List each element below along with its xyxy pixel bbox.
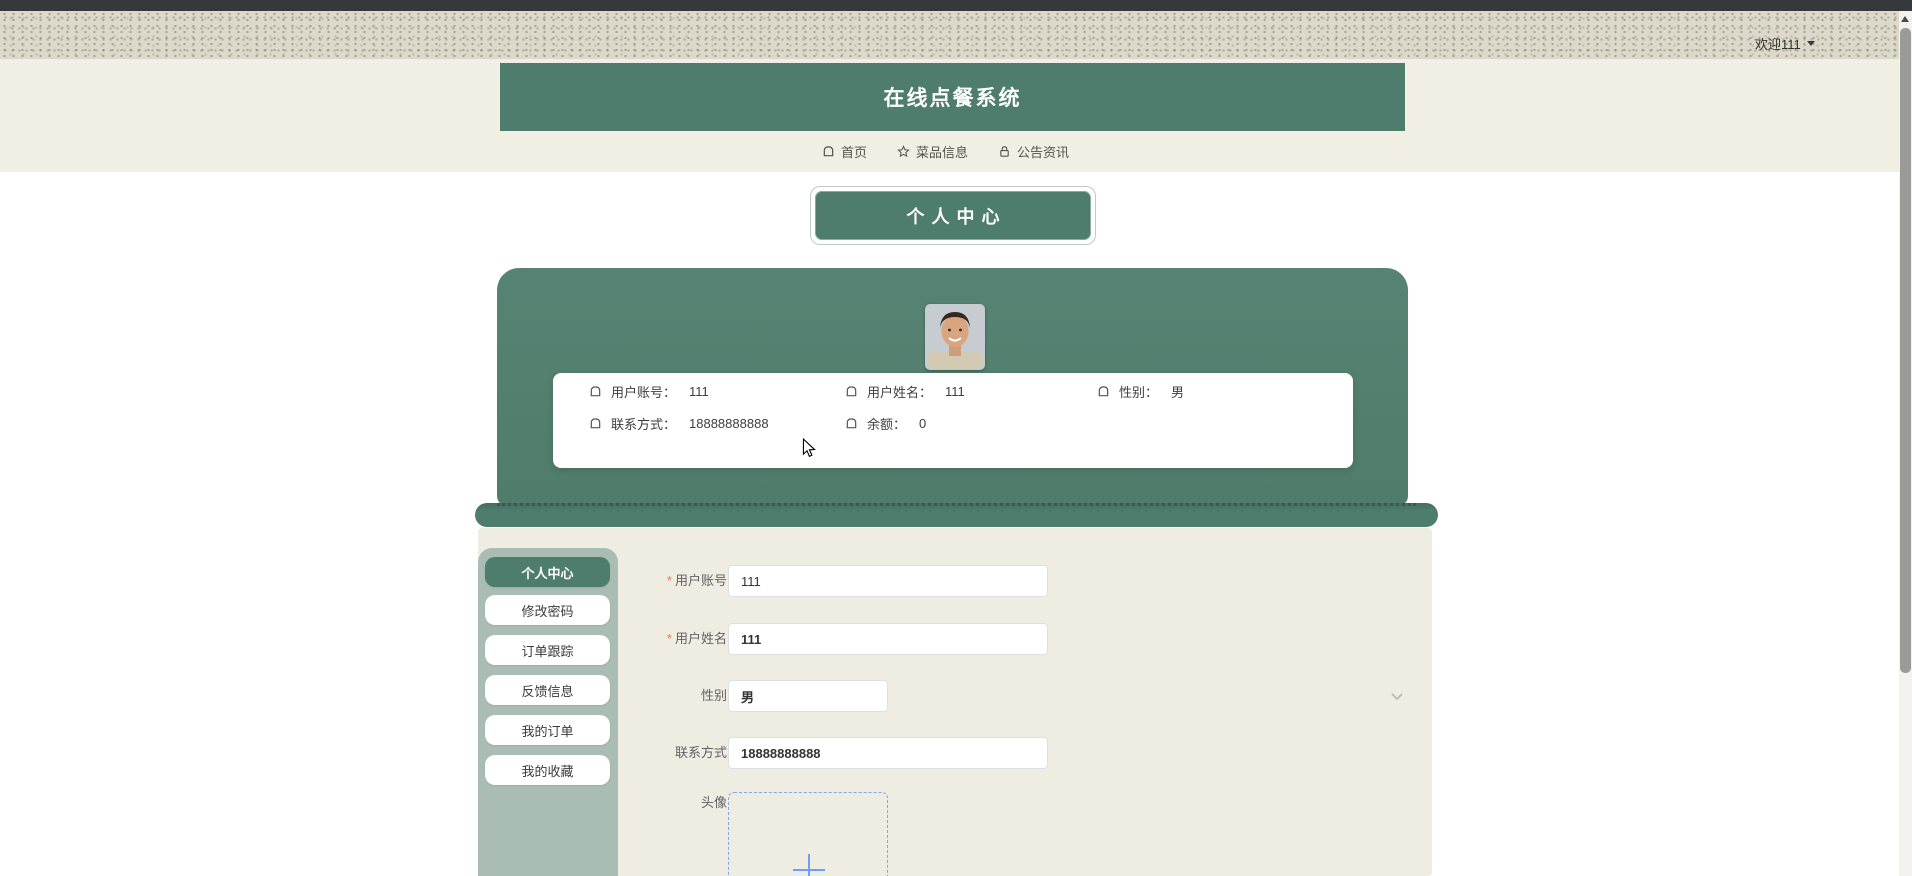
sidebar: 个人中心 修改密码 订单跟踪 反馈信息 我的订单 我的收藏 bbox=[478, 548, 618, 876]
profile-field-value: 111 bbox=[945, 383, 965, 399]
chevron-down-icon bbox=[1806, 40, 1815, 46]
home-icon bbox=[846, 385, 857, 396]
page-title-banner-inner: 个人中心 bbox=[815, 191, 1091, 240]
profile-field-label: 用户姓名： bbox=[867, 384, 933, 400]
profile-field-balance: 余额： 0 bbox=[845, 413, 926, 433]
profile-field-name: 用户姓名： 111 bbox=[845, 381, 965, 401]
scroll-up-icon[interactable] bbox=[1901, 16, 1909, 22]
avatar bbox=[925, 304, 985, 370]
profile-field-value: 111 bbox=[689, 383, 709, 399]
sidebar-item-change-password[interactable]: 修改密码 bbox=[485, 595, 610, 625]
profile-field-value: 0 bbox=[919, 415, 927, 431]
home-icon bbox=[822, 145, 835, 158]
form-label-gender: 性别 bbox=[700, 688, 727, 703]
sidebar-item-personal-center[interactable]: 个人中心 bbox=[485, 557, 610, 587]
plus-icon bbox=[808, 854, 810, 876]
gender-select[interactable] bbox=[728, 680, 888, 712]
profile-field-value: 18888888888 bbox=[689, 415, 769, 431]
home-icon bbox=[846, 417, 857, 428]
page-title-banner: 个人中心 bbox=[810, 186, 1096, 245]
profile-field-label: 余额： bbox=[867, 416, 907, 432]
nav-item-notices[interactable]: 公告资讯 bbox=[998, 142, 1069, 161]
nav-item-label: 首页 bbox=[841, 145, 868, 160]
page: 欢迎111 在线点餐系统 首页 菜品信息 公告资讯 个人中心 用户账号： 111… bbox=[0, 0, 1912, 876]
required-mark: * bbox=[666, 573, 672, 588]
sidebar-item-my-orders[interactable]: 我的订单 bbox=[485, 715, 610, 745]
page-title: 个人中心 bbox=[906, 206, 1007, 227]
required-mark: * bbox=[666, 631, 672, 646]
form-label-contact: 联系方式 bbox=[674, 745, 727, 760]
nav-item-dishes[interactable]: 菜品信息 bbox=[897, 142, 968, 161]
profile-field-gender: 性别： 男 bbox=[1097, 381, 1184, 401]
star-icon bbox=[897, 145, 910, 158]
profile-panel-tray bbox=[475, 503, 1438, 527]
home-icon bbox=[1098, 385, 1109, 396]
profile-info-card: 用户账号： 111 用户姓名： 111 性别： 男 联系方式： 18888888… bbox=[553, 373, 1353, 468]
sidebar-item-order-tracking[interactable]: 订单跟踪 bbox=[485, 635, 610, 665]
nav-item-home[interactable]: 首页 bbox=[822, 142, 867, 161]
lock-icon bbox=[998, 145, 1011, 158]
welcome-user-dropdown[interactable]: 欢迎111 bbox=[1755, 34, 1815, 52]
profile-field-label: 联系方式： bbox=[611, 416, 677, 432]
form-label-name: * 用户姓名 bbox=[666, 631, 727, 646]
profile-field-label: 性别： bbox=[1119, 384, 1159, 400]
site-header-banner: 在线点餐系统 bbox=[500, 63, 1405, 131]
name-input[interactable] bbox=[728, 623, 1048, 655]
scrollbar[interactable] bbox=[1899, 11, 1912, 876]
site-title: 在线点餐系统 bbox=[883, 87, 1022, 110]
nav-item-label: 公告资讯 bbox=[1017, 145, 1070, 160]
top-welcome-bar: 欢迎111 bbox=[0, 11, 1912, 59]
scrollbar-thumb[interactable] bbox=[1900, 28, 1911, 673]
mouse-cursor bbox=[800, 437, 818, 463]
chevron-down-icon bbox=[1390, 688, 1404, 706]
profile-field-account: 用户账号： 111 bbox=[589, 381, 709, 401]
form-label-avatar: 头像 bbox=[700, 795, 727, 810]
browser-dark-bar bbox=[0, 0, 1912, 11]
form-label-account: * 用户账号 bbox=[666, 573, 727, 588]
nav-item-label: 菜品信息 bbox=[916, 145, 969, 160]
main-nav: 首页 菜品信息 公告资讯 bbox=[822, 131, 1122, 172]
welcome-user-label: 欢迎111 bbox=[1755, 36, 1801, 52]
home-icon bbox=[590, 385, 601, 396]
account-input[interactable] bbox=[728, 565, 1048, 597]
profile-field-contact: 联系方式： 18888888888 bbox=[589, 413, 769, 433]
sidebar-item-my-favorites[interactable]: 我的收藏 bbox=[485, 755, 610, 785]
home-icon bbox=[590, 417, 601, 428]
profile-field-label: 用户账号： bbox=[611, 384, 677, 400]
avatar-upload-box[interactable] bbox=[728, 792, 888, 876]
sidebar-item-feedback[interactable]: 反馈信息 bbox=[485, 675, 610, 705]
profile-field-value: 男 bbox=[1171, 384, 1185, 400]
contact-input[interactable] bbox=[728, 737, 1048, 769]
